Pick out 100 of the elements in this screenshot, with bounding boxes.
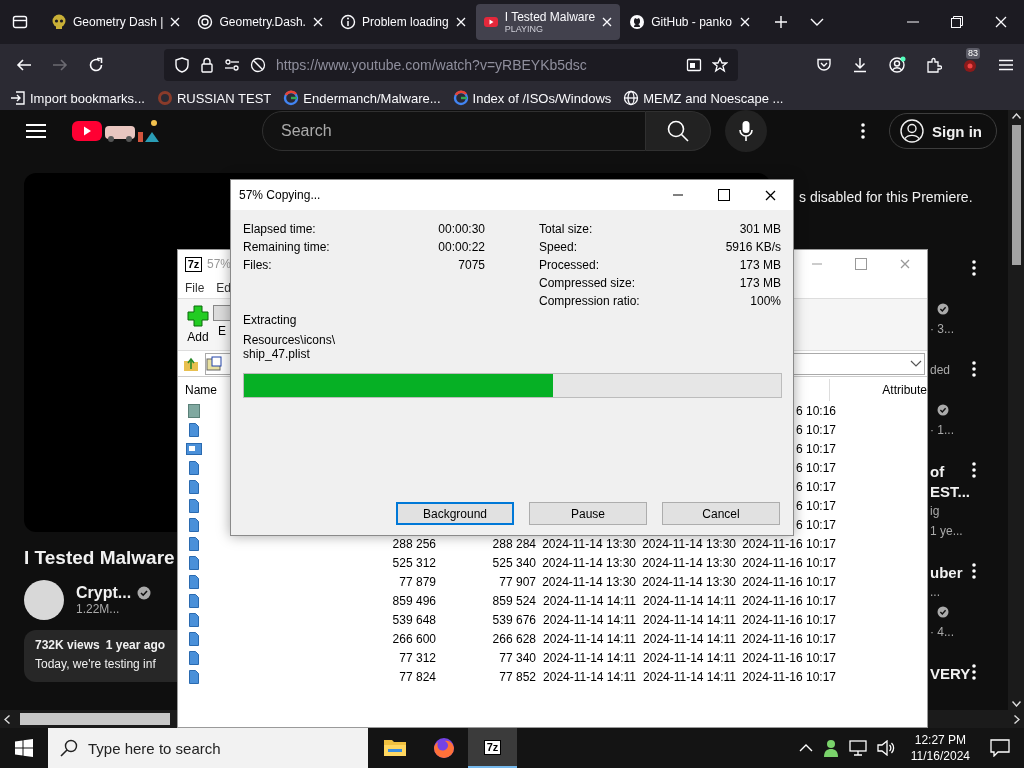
browser-tab[interactable]: I Tested Malware PLAYING <box>475 4 621 40</box>
close-icon[interactable] <box>311 16 324 28</box>
lock-icon[interactable] <box>200 57 214 73</box>
menu-item[interactable]: Ed <box>216 281 232 295</box>
browser-tab[interactable]: Problem loading <box>332 4 474 40</box>
search-button[interactable] <box>646 111 711 151</box>
document-icon <box>188 536 200 551</box>
circle-logo-icon <box>197 14 214 30</box>
puzzle-icon[interactable] <box>926 57 942 73</box>
reload-icon[interactable] <box>88 57 104 73</box>
menu-icon[interactable] <box>26 123 46 139</box>
stat-value: 00:00:30 <box>438 222 485 236</box>
person-icon[interactable] <box>822 739 839 757</box>
bookmark[interactable]: Index of /ISOs/Windows <box>452 90 612 106</box>
microphone-button[interactable] <box>725 110 767 152</box>
scroll-up-icon[interactable] <box>1011 113 1021 119</box>
bookmark[interactable]: Import bookmarks... <box>10 90 145 106</box>
address-bar[interactable]: https://www.youtube.com/watch?v=yRBEYKb5dsc <box>164 49 738 81</box>
more-icon[interactable] <box>972 664 976 680</box>
more-icon[interactable] <box>972 260 976 276</box>
scrollbar-thumb[interactable] <box>1011 125 1021 265</box>
search-field[interactable]: Type here to search <box>48 728 368 768</box>
bookmark[interactable]: Endermanch/Malware... <box>283 90 441 106</box>
tab-list-icon[interactable] <box>12 14 28 30</box>
browser-tab[interactable]: GitHub - panko <box>622 4 759 40</box>
more-icon[interactable] <box>861 123 865 139</box>
dialog-button[interactable]: Pause <box>529 502 647 525</box>
search-field[interactable]: Search <box>262 111 646 151</box>
subscriber-count: 1.22M... <box>76 602 121 616</box>
sliders-icon[interactable] <box>224 57 240 73</box>
scroll-right-icon[interactable] <box>1014 714 1020 724</box>
star-icon[interactable] <box>712 57 728 73</box>
close-icon[interactable] <box>739 16 752 28</box>
search-icon <box>667 120 689 142</box>
stat-label: Total size: <box>539 222 593 236</box>
size-cell-text: 77 824 <box>398 669 436 684</box>
caret-down-icon[interactable] <box>910 359 922 368</box>
pocket-icon[interactable] <box>816 57 832 73</box>
caret-up-icon[interactable] <box>798 743 813 753</box>
channel-avatar[interactable] <box>24 580 64 620</box>
notification-icon[interactable] <box>990 739 1010 757</box>
file-path: ship_47.plist <box>243 347 311 361</box>
date-cell-text: 6 10:17 <box>794 517 836 532</box>
browser-tab[interactable]: Geometry Dash | <box>44 4 189 40</box>
scrollbar-thumb[interactable] <box>20 713 170 725</box>
menu-item[interactable]: File <box>185 281 205 295</box>
close-icon[interactable] <box>601 16 614 28</box>
stat-label: Speed: <box>539 240 578 254</box>
column-header[interactable]: Attribute <box>829 379 927 401</box>
download-icon[interactable] <box>852 57 868 73</box>
maximize-icon[interactable] <box>718 189 730 201</box>
close-icon[interactable] <box>454 16 467 28</box>
date-cell-text: 2024-11-14 14:11 <box>642 631 736 646</box>
plus-icon[interactable] <box>774 15 789 29</box>
dialog-button[interactable]: Background <box>396 502 514 525</box>
more-icon[interactable] <box>972 563 976 579</box>
stat-value: 7075 <box>458 258 485 272</box>
date-cell-text: 6 10:16 <box>794 403 836 418</box>
more-icon[interactable] <box>972 361 976 377</box>
date-cell-text: 2024-11-14 14:11 <box>642 593 736 608</box>
bookmark[interactable]: RUSSIAN TEST <box>156 90 272 106</box>
toolbar-button[interactable]: E <box>213 305 231 350</box>
date-cell-text: 2024-11-14 13:30 <box>541 555 636 570</box>
close-icon[interactable] <box>764 188 777 202</box>
reader-view-icon[interactable] <box>686 57 702 73</box>
back-icon[interactable] <box>16 57 32 73</box>
restore-icon[interactable] <box>950 15 964 29</box>
account-icon[interactable] <box>888 56 906 74</box>
scroll-down-icon[interactable] <box>1011 701 1021 707</box>
scroll-left-icon[interactable] <box>4 714 10 724</box>
taskbar-app[interactable]: 7z <box>468 728 517 768</box>
stat-value: 173 MB <box>739 276 781 290</box>
video-logo-icon[interactable] <box>72 118 162 144</box>
document-icon <box>188 612 200 627</box>
muted-icon[interactable] <box>250 57 266 73</box>
extension-icon[interactable] <box>962 57 978 73</box>
video-title: VERY <box>930 664 971 682</box>
clock[interactable]: 12:27 PM 11/16/2024 <box>910 732 970 764</box>
network-icon[interactable] <box>848 740 867 756</box>
video-meta: ... <box>930 585 940 599</box>
menu-icon[interactable] <box>998 57 1014 73</box>
account-icon <box>900 119 924 143</box>
document-icon <box>188 593 200 608</box>
toolbar-button[interactable]: Add <box>187 305 209 350</box>
shield-icon[interactable] <box>174 57 190 73</box>
channel-name[interactable]: Crypt... <box>76 584 132 602</box>
stat-value: 00:00:22 <box>438 240 485 254</box>
volume-icon[interactable] <box>876 740 895 756</box>
dialog-button[interactable]: Cancel <box>662 502 780 525</box>
date-cell-text: 2024-11-16 10:17 <box>741 669 836 684</box>
more-icon[interactable] <box>972 462 976 478</box>
size-cell-text: 525 312 <box>391 555 436 570</box>
description-box[interactable]: 732K views 1 year ago Today, we're testing inf <box>24 630 177 682</box>
url-text[interactable]: https://www.youtube.com/watch?v=yRBEYKb5dsc <box>276 57 676 73</box>
document-icon <box>188 631 200 646</box>
folder-up-icon[interactable] <box>183 355 199 372</box>
browser-tab[interactable]: Geometry.Dash. <box>190 4 331 40</box>
date-cell-text: 2024-11-14 13:30 <box>541 574 636 589</box>
bookmark[interactable]: MEMZ and Noescape ... <box>623 90 784 106</box>
packed-size-cell-text: 525 340 <box>491 555 536 570</box>
